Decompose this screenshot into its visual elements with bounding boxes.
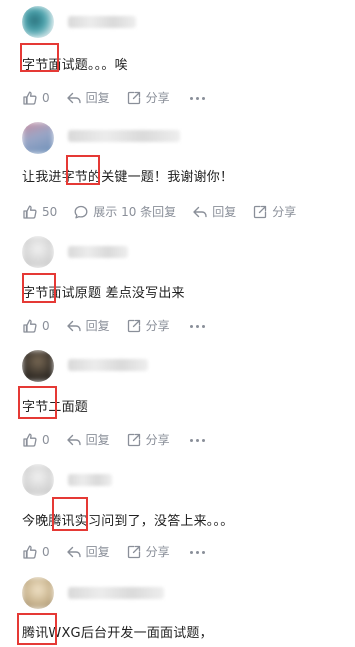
username[interactable] [68, 246, 128, 258]
more-icon[interactable] [189, 96, 205, 100]
share-label: 分享 [272, 205, 297, 219]
like-button[interactable]: 0 [22, 318, 50, 334]
share-icon [126, 90, 142, 106]
avatar[interactable] [22, 236, 54, 268]
thumbs-up-icon [22, 544, 38, 560]
share-icon [126, 318, 142, 334]
like-count: 0 [42, 319, 50, 333]
username[interactable] [68, 130, 180, 142]
comment-bubble-icon [73, 204, 89, 220]
like-count: 0 [42, 433, 50, 447]
username[interactable] [68, 16, 136, 28]
like-count: 0 [42, 545, 50, 559]
share-label: 分享 [145, 91, 170, 105]
username[interactable] [68, 587, 164, 599]
thumbs-up-icon [22, 204, 38, 220]
thumbs-up-icon [22, 432, 38, 448]
share-button[interactable]: 分享 [126, 90, 170, 106]
avatar[interactable] [22, 122, 54, 154]
share-button[interactable]: 分享 [126, 432, 170, 448]
more-icon[interactable] [189, 550, 205, 554]
more-icon[interactable] [189, 438, 205, 442]
highlight-box [20, 43, 59, 72]
share-icon [126, 544, 142, 560]
reply-label: 回复 [85, 319, 110, 333]
expand-replies-label: 展示 10 条回复 [93, 205, 177, 219]
share-button[interactable]: 分享 [126, 544, 170, 560]
like-button[interactable]: 50 [22, 204, 57, 220]
reply-label: 回复 [85, 91, 110, 105]
avatar[interactable] [22, 350, 54, 382]
share-button[interactable]: 分享 [126, 318, 170, 334]
highlight-box [52, 497, 88, 531]
like-button[interactable]: 0 [22, 432, 50, 448]
comment-actions: 0 回复 分享 [22, 88, 205, 108]
like-button[interactable]: 0 [22, 544, 50, 560]
reply-button[interactable]: 回复 [66, 432, 110, 448]
reply-icon [66, 432, 82, 448]
reply-button[interactable]: 回复 [66, 90, 110, 106]
reply-icon [192, 204, 208, 220]
expand-replies-button[interactable]: 展示 10 条回复 [73, 204, 176, 220]
share-label: 分享 [145, 433, 170, 447]
reply-icon [66, 90, 82, 106]
comment-actions: 0 回复 分享 [22, 542, 205, 562]
avatar[interactable] [22, 6, 54, 38]
avatar[interactable] [22, 464, 54, 496]
thumbs-up-icon [22, 318, 38, 334]
reply-button[interactable]: 回复 [192, 204, 236, 220]
like-count: 50 [42, 205, 58, 219]
more-icon[interactable] [189, 324, 205, 328]
share-icon [126, 432, 142, 448]
reply-icon [66, 318, 82, 334]
highlight-box [22, 273, 56, 303]
share-icon [252, 204, 268, 220]
highlight-box [17, 613, 57, 645]
reply-label: 回复 [85, 545, 110, 559]
reply-icon [66, 544, 82, 560]
share-label: 分享 [145, 319, 170, 333]
comment-actions: 0 回复 分享 [22, 316, 205, 336]
reply-button[interactable]: 回复 [66, 318, 110, 334]
reply-label: 回复 [212, 205, 237, 219]
like-count: 0 [42, 91, 50, 105]
comment-actions: 50 展示 10 条回复 回复 分享 [22, 202, 296, 222]
username[interactable] [68, 474, 112, 486]
reply-label: 回复 [85, 433, 110, 447]
highlight-box [66, 155, 100, 185]
comment-actions: 0 回复 分享 [22, 430, 205, 450]
username[interactable] [68, 359, 148, 371]
avatar[interactable] [22, 577, 54, 609]
highlight-box [18, 386, 57, 419]
thumbs-up-icon [22, 90, 38, 106]
like-button[interactable]: 0 [22, 90, 50, 106]
share-button[interactable]: 分享 [252, 204, 296, 220]
comment-text: 让我进字节的关键一题！我谢谢你！ [22, 170, 234, 185]
reply-button[interactable]: 回复 [66, 544, 110, 560]
share-label: 分享 [145, 545, 170, 559]
